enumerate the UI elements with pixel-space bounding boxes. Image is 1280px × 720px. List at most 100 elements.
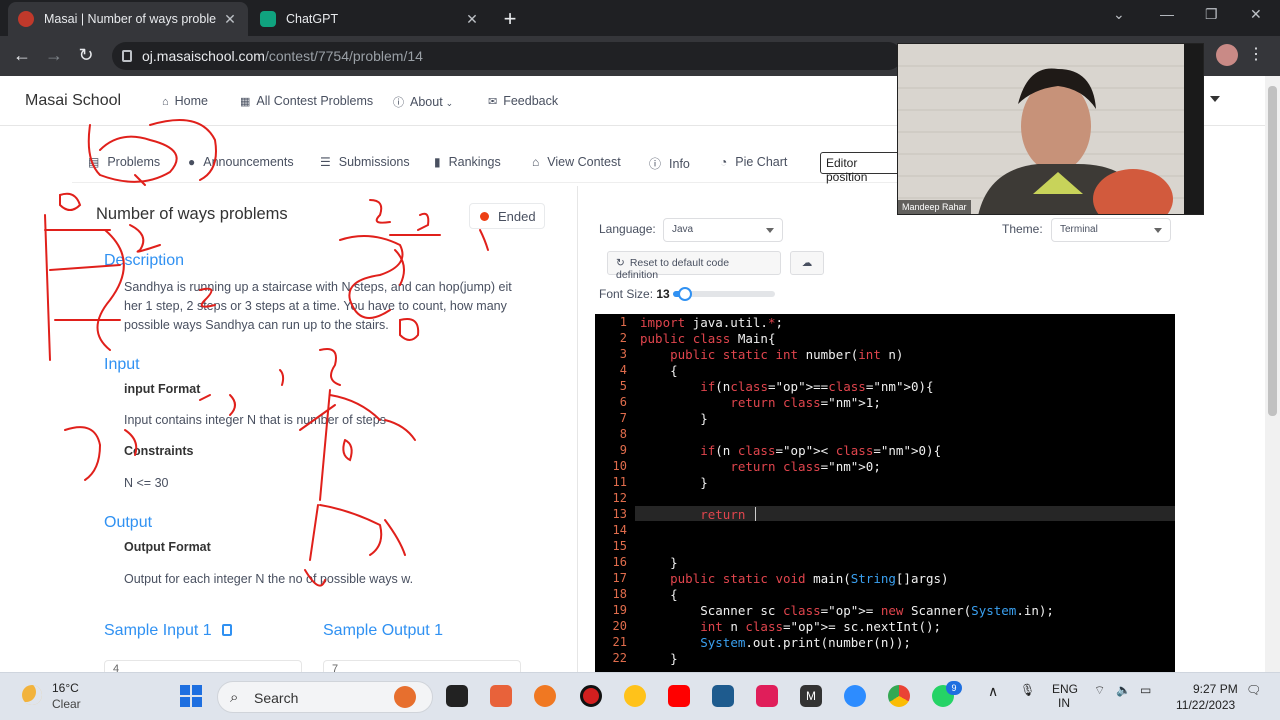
close-icon[interactable]: ✕	[464, 11, 480, 28]
pen-app-icon[interactable]	[534, 685, 556, 707]
code-line[interactable]: return	[640, 507, 753, 522]
code-line[interactable]: {	[640, 363, 678, 378]
volume-icon[interactable]: 🔈	[1116, 683, 1131, 697]
user-dropdown-icon[interactable]	[1210, 96, 1220, 102]
battery-icon[interactable]: ▭	[1140, 683, 1151, 697]
code-line[interactable]: public static void main(String[]args)	[640, 571, 948, 586]
weather-temperature[interactable]: 16°C	[52, 681, 79, 695]
tab-view-contest[interactable]: ⌂ View Contest	[532, 155, 621, 169]
windows-start-icon[interactable]	[180, 685, 202, 707]
reset-code-button[interactable]: ↻ Reset to default code definition	[607, 251, 781, 281]
restore-icon[interactable]: ❐	[1205, 6, 1218, 23]
back-icon[interactable]: ←	[10, 45, 34, 66]
clock-date[interactable]: 11/22/2023	[1176, 698, 1235, 712]
nav-home[interactable]: ⌂ Home	[162, 94, 208, 108]
window-close-icon[interactable]: ✕	[1250, 6, 1262, 23]
theme-select[interactable]: Terminal	[1051, 218, 1171, 242]
slack-icon[interactable]	[756, 685, 778, 707]
code-editor-app-icon[interactable]	[712, 685, 734, 707]
code-line[interactable]: import java.util.*;	[640, 315, 783, 330]
store-icon[interactable]	[490, 685, 512, 707]
code-editor[interactable]: 1 2 3 4 5 6 7 8 9 10 11 12 13 14 15 16 17 18 19 20 21 22 impo…	[595, 314, 1175, 672]
input-format-text: Input contains integer N that is number …	[124, 413, 386, 427]
menu-icon[interactable]: ⋮	[1248, 44, 1264, 64]
tab-submissions[interactable]: ☰ Submissions	[320, 155, 410, 169]
slider-handle[interactable]	[678, 287, 693, 301]
code-line[interactable]: return class="nm">0;	[640, 459, 881, 474]
tab-announcements[interactable]: ● Announcements	[188, 155, 294, 169]
chrome-icon[interactable]	[888, 685, 910, 707]
chevron-down-icon[interactable]: ⌄	[1113, 6, 1125, 23]
line-number: 15	[612, 539, 627, 553]
sample-input-heading: Sample Input 1	[104, 622, 232, 640]
nav-about[interactable]: ⓘ About ⌄	[393, 94, 453, 110]
code-line[interactable]: if(nclass="op">==class="nm">0){	[640, 379, 933, 394]
browser-tabstrip: Masai | Number of ways proble ✕ ChatGPT …	[0, 0, 1280, 36]
record-app-icon[interactable]	[580, 685, 602, 707]
microphone-icon[interactable]: 🎙	[1020, 683, 1035, 697]
close-icon[interactable]: ✕	[222, 11, 238, 28]
clipboard-icon[interactable]	[221, 624, 232, 636]
camera-app-icon[interactable]	[624, 685, 646, 707]
code-line[interactable]: {	[640, 587, 678, 602]
language-indicator[interactable]: ENG IN	[1052, 682, 1078, 710]
tab-pie-chart[interactable]: ◔ Pie Chart	[720, 155, 787, 169]
code-line[interactable]: }	[640, 411, 708, 426]
url-text: oj.masaischool.com/contest/7754/problem/…	[142, 48, 423, 64]
zoom-icon[interactable]	[844, 685, 866, 707]
profile-avatar[interactable]	[1216, 44, 1238, 66]
code-line[interactable]: }	[640, 651, 678, 666]
line-number: 1	[619, 315, 627, 329]
editor-position-select[interactable]: Editor position	[820, 152, 902, 184]
taskbar-search[interactable]: ⌕ Search	[217, 681, 433, 713]
tab-rankings[interactable]: ▮ Rankings	[434, 155, 501, 169]
code-line[interactable]: System.out.print(number(n));	[640, 635, 911, 650]
description-line: possible ways Sandhya can run up to the …	[124, 318, 389, 332]
upload-button[interactable]: ☁	[790, 251, 824, 275]
masai-favicon-icon	[18, 11, 34, 27]
code-line[interactable]: return class="nm">1;	[640, 395, 881, 410]
weather-condition[interactable]: Clear	[52, 697, 81, 711]
language-select[interactable]: Java	[663, 218, 783, 242]
brand-logo[interactable]: Masai School	[25, 92, 121, 110]
line-number: 4	[619, 363, 627, 377]
tab-info[interactable]: ⓘ Info	[649, 155, 690, 172]
clock-time[interactable]: 9:27 PM	[1193, 682, 1238, 696]
new-tab-button[interactable]: +	[498, 6, 522, 32]
chat-icon: ●	[188, 155, 196, 169]
font-size-slider[interactable]	[673, 287, 775, 301]
reload-icon[interactable]: ↻	[74, 45, 98, 66]
youtube-icon[interactable]	[668, 685, 690, 707]
scrollbar-thumb[interactable]	[1268, 86, 1277, 416]
language-label: Language:	[599, 222, 656, 236]
code-line[interactable]: public class Main{	[640, 331, 775, 346]
code-line[interactable]: int n class="op">= sc.nextInt();	[640, 619, 941, 634]
nav-feedback[interactable]: ✉ Feedback	[488, 94, 558, 108]
tab-masai[interactable]: Masai | Number of ways proble ✕	[8, 2, 248, 36]
line-number: 20	[612, 619, 627, 633]
code-line[interactable]: }	[640, 555, 678, 570]
line-number: 8	[619, 427, 627, 441]
code-line[interactable]: }	[640, 475, 708, 490]
tab-chatgpt[interactable]: ChatGPT ✕	[250, 2, 490, 36]
nav-all-contest-problems[interactable]: ▦ All Contest Problems	[240, 94, 373, 108]
wifi-icon[interactable]: ⌔	[1094, 683, 1105, 698]
minimize-icon[interactable]: —	[1160, 6, 1174, 22]
page-scrollbar[interactable]	[1265, 76, 1280, 672]
code-line[interactable]: if(n class="op">< class="nm">0){	[640, 443, 941, 458]
line-number: 10	[612, 459, 627, 473]
notification-icon[interactable]: 🗨	[1246, 683, 1261, 697]
home-icon: ⌂	[532, 155, 540, 169]
chevron-up-icon[interactable]: ∧	[988, 683, 998, 700]
panel-divider[interactable]	[577, 186, 578, 672]
code-line[interactable]: Scanner sc class="op">= new Scanner(Syst…	[640, 603, 1054, 618]
m-app-icon[interactable]: M	[800, 685, 822, 707]
line-number: 3	[619, 347, 627, 361]
tab-problems[interactable]: ▤ Problems	[88, 155, 160, 169]
line-number-gutter: 1 2 3 4 5 6 7 8 9 10 11 12 13 14 15 16 17 18 19 20 21 22	[595, 314, 635, 672]
forward-icon[interactable]: →	[42, 45, 66, 66]
task-view-icon[interactable]	[446, 685, 468, 707]
search-icon: ⌕	[230, 689, 239, 706]
address-bar[interactable]: oj.masaischool.com/contest/7754/problem/…	[112, 42, 902, 70]
code-line[interactable]: public static int number(int n)	[640, 347, 903, 362]
